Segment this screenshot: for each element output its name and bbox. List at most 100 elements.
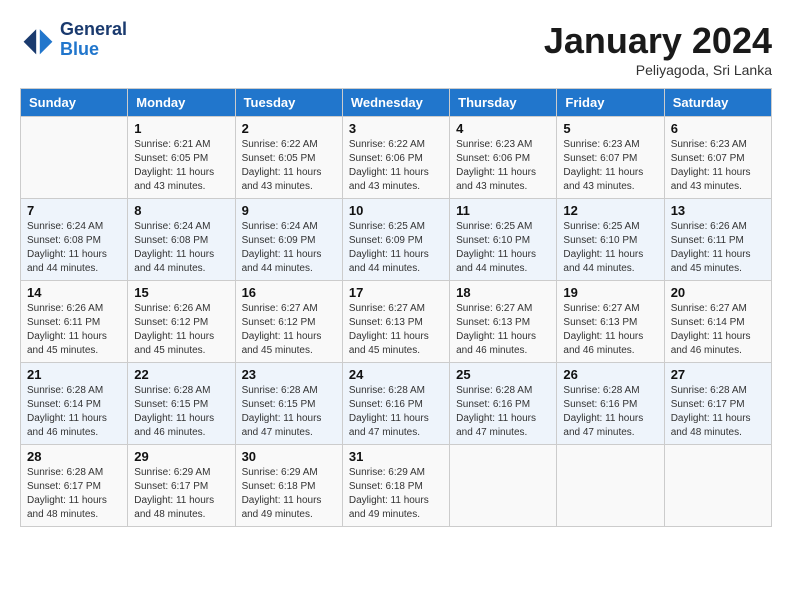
day-number: 23 bbox=[242, 367, 336, 382]
day-number: 18 bbox=[456, 285, 550, 300]
calendar-cell: 8 Sunrise: 6:24 AMSunset: 6:08 PMDaylight… bbox=[128, 199, 235, 281]
logo-text: General Blue bbox=[60, 20, 127, 60]
day-info: Sunrise: 6:27 AMSunset: 6:14 PMDaylight:… bbox=[671, 302, 765, 358]
day-number: 2 bbox=[242, 121, 336, 136]
day-number: 7 bbox=[27, 203, 121, 218]
calendar-cell: 10Sunrise: 6:25 AMSunset: 6:09 PMDayligh… bbox=[342, 199, 449, 281]
day-number: 11 bbox=[456, 203, 550, 218]
calendar-cell: 26 Sunrise: 6:28 AMSunset: 6:16 PMDayligh… bbox=[557, 363, 664, 445]
day-info: Sunrise: 6:26 AMSunset: 6:12 PMDaylight:… bbox=[134, 302, 228, 358]
day-info: Sunrise: 6:24 AMSunset: 6:09 PMDaylight:… bbox=[242, 220, 336, 276]
day-number: 20 bbox=[671, 285, 765, 300]
calendar-week-1: 1 Sunrise: 6:21 AMSunset: 6:05 PMDaylight… bbox=[21, 117, 772, 199]
calendar-cell bbox=[664, 445, 771, 527]
day-info: Sunrise: 6:28 AMSunset: 6:17 PMDaylight:… bbox=[27, 466, 121, 522]
day-number: 24 bbox=[349, 367, 443, 382]
day-number: 3 bbox=[349, 121, 443, 136]
day-number: 31 bbox=[349, 449, 443, 464]
day-info: Sunrise: 6:24 AMSunset: 6:08 PMDaylight:… bbox=[27, 220, 121, 276]
col-header-wednesday: Wednesday bbox=[342, 89, 449, 117]
day-info: Sunrise: 6:27 AMSunset: 6:13 PMDaylight:… bbox=[456, 302, 550, 358]
calendar-cell: 12 Sunrise: 6:25 AMSunset: 6:10 PMDayligh… bbox=[557, 199, 664, 281]
day-number: 28 bbox=[27, 449, 121, 464]
calendar-cell: 24 Sunrise: 6:28 AMSunset: 6:16 PMDayligh… bbox=[342, 363, 449, 445]
calendar-week-4: 21Sunrise: 6:28 AMSunset: 6:14 PMDayligh… bbox=[21, 363, 772, 445]
day-number: 16 bbox=[242, 285, 336, 300]
day-number: 26 bbox=[563, 367, 657, 382]
day-info: Sunrise: 6:24 AMSunset: 6:08 PMDaylight:… bbox=[134, 220, 228, 276]
day-info: Sunrise: 6:25 AMSunset: 6:10 PMDaylight:… bbox=[563, 220, 657, 276]
col-header-saturday: Saturday bbox=[664, 89, 771, 117]
calendar-cell: 31 Sunrise: 6:29 AMSunset: 6:18 PMDayligh… bbox=[342, 445, 449, 527]
calendar-week-3: 14Sunrise: 6:26 AMSunset: 6:11 PMDayligh… bbox=[21, 281, 772, 363]
calendar-cell: 22Sunrise: 6:28 AMSunset: 6:15 PMDayligh… bbox=[128, 363, 235, 445]
day-info: Sunrise: 6:28 AMSunset: 6:16 PMDaylight:… bbox=[563, 384, 657, 440]
calendar-cell: 28 Sunrise: 6:28 AMSunset: 6:17 PMDayligh… bbox=[21, 445, 128, 527]
calendar-week-2: 7 Sunrise: 6:24 AMSunset: 6:08 PMDaylight… bbox=[21, 199, 772, 281]
calendar-cell bbox=[557, 445, 664, 527]
day-info: Sunrise: 6:27 AMSunset: 6:12 PMDaylight:… bbox=[242, 302, 336, 358]
calendar-cell: 4Sunrise: 6:23 AMSunset: 6:06 PMDaylight… bbox=[450, 117, 557, 199]
title-area: January 2024 Peliyagoda, Sri Lanka bbox=[544, 20, 772, 78]
day-number: 8 bbox=[134, 203, 228, 218]
day-number: 30 bbox=[242, 449, 336, 464]
day-number: 15 bbox=[134, 285, 228, 300]
day-number: 19 bbox=[563, 285, 657, 300]
calendar-header-row: SundayMondayTuesdayWednesdayThursdayFrid… bbox=[21, 89, 772, 117]
day-number: 25 bbox=[456, 367, 550, 382]
calendar-cell: 2 Sunrise: 6:22 AMSunset: 6:05 PMDaylight… bbox=[235, 117, 342, 199]
day-info: Sunrise: 6:29 AMSunset: 6:18 PMDaylight:… bbox=[349, 466, 443, 522]
day-info: Sunrise: 6:25 AMSunset: 6:09 PMDaylight:… bbox=[349, 220, 443, 276]
day-number: 5 bbox=[563, 121, 657, 136]
calendar-cell: 19 Sunrise: 6:27 AMSunset: 6:13 PMDayligh… bbox=[557, 281, 664, 363]
day-info: Sunrise: 6:22 AMSunset: 6:05 PMDaylight:… bbox=[242, 138, 336, 194]
calendar-cell: 13Sunrise: 6:26 AMSunset: 6:11 PMDayligh… bbox=[664, 199, 771, 281]
day-number: 22 bbox=[134, 367, 228, 382]
logo: General Blue bbox=[20, 20, 127, 60]
calendar-cell: 6 Sunrise: 6:23 AMSunset: 6:07 PMDaylight… bbox=[664, 117, 771, 199]
calendar-table: SundayMondayTuesdayWednesdayThursdayFrid… bbox=[20, 88, 772, 527]
calendar-week-5: 28 Sunrise: 6:28 AMSunset: 6:17 PMDayligh… bbox=[21, 445, 772, 527]
day-number: 1 bbox=[134, 121, 228, 136]
calendar-cell bbox=[450, 445, 557, 527]
calendar-cell: 9 Sunrise: 6:24 AMSunset: 6:09 PMDaylight… bbox=[235, 199, 342, 281]
calendar-cell: 21Sunrise: 6:28 AMSunset: 6:14 PMDayligh… bbox=[21, 363, 128, 445]
day-info: Sunrise: 6:21 AMSunset: 6:05 PMDaylight:… bbox=[134, 138, 228, 194]
day-info: Sunrise: 6:28 AMSunset: 6:15 PMDaylight:… bbox=[242, 384, 336, 440]
day-info: Sunrise: 6:26 AMSunset: 6:11 PMDaylight:… bbox=[27, 302, 121, 358]
day-info: Sunrise: 6:28 AMSunset: 6:16 PMDaylight:… bbox=[349, 384, 443, 440]
calendar-cell: 7 Sunrise: 6:24 AMSunset: 6:08 PMDaylight… bbox=[21, 199, 128, 281]
col-header-tuesday: Tuesday bbox=[235, 89, 342, 117]
day-info: Sunrise: 6:25 AMSunset: 6:10 PMDaylight:… bbox=[456, 220, 550, 276]
day-number: 29 bbox=[134, 449, 228, 464]
day-info: Sunrise: 6:22 AMSunset: 6:06 PMDaylight:… bbox=[349, 138, 443, 194]
calendar-cell: 17 Sunrise: 6:27 AMSunset: 6:13 PMDayligh… bbox=[342, 281, 449, 363]
col-header-sunday: Sunday bbox=[21, 89, 128, 117]
calendar-cell: 1 Sunrise: 6:21 AMSunset: 6:05 PMDaylight… bbox=[128, 117, 235, 199]
calendar-cell: 11 Sunrise: 6:25 AMSunset: 6:10 PMDayligh… bbox=[450, 199, 557, 281]
calendar-cell: 20 Sunrise: 6:27 AMSunset: 6:14 PMDayligh… bbox=[664, 281, 771, 363]
col-header-friday: Friday bbox=[557, 89, 664, 117]
day-info: Sunrise: 6:26 AMSunset: 6:11 PMDaylight:… bbox=[671, 220, 765, 276]
calendar-cell: 29Sunrise: 6:29 AMSunset: 6:17 PMDayligh… bbox=[128, 445, 235, 527]
day-info: Sunrise: 6:27 AMSunset: 6:13 PMDaylight:… bbox=[563, 302, 657, 358]
day-number: 17 bbox=[349, 285, 443, 300]
day-info: Sunrise: 6:27 AMSunset: 6:13 PMDaylight:… bbox=[349, 302, 443, 358]
calendar-cell: 3 Sunrise: 6:22 AMSunset: 6:06 PMDaylight… bbox=[342, 117, 449, 199]
day-number: 27 bbox=[671, 367, 765, 382]
col-header-monday: Monday bbox=[128, 89, 235, 117]
calendar-cell: 16 Sunrise: 6:27 AMSunset: 6:12 PMDayligh… bbox=[235, 281, 342, 363]
col-header-thursday: Thursday bbox=[450, 89, 557, 117]
calendar-cell: 5Sunrise: 6:23 AMSunset: 6:07 PMDaylight… bbox=[557, 117, 664, 199]
day-number: 12 bbox=[563, 203, 657, 218]
calendar-cell: 15 Sunrise: 6:26 AMSunset: 6:12 PMDayligh… bbox=[128, 281, 235, 363]
day-info: Sunrise: 6:28 AMSunset: 6:17 PMDaylight:… bbox=[671, 384, 765, 440]
logo-icon bbox=[20, 22, 56, 58]
day-number: 9 bbox=[242, 203, 336, 218]
day-number: 6 bbox=[671, 121, 765, 136]
location-subtitle: Peliyagoda, Sri Lanka bbox=[544, 62, 772, 78]
day-number: 4 bbox=[456, 121, 550, 136]
day-info: Sunrise: 6:23 AMSunset: 6:07 PMDaylight:… bbox=[671, 138, 765, 194]
calendar-cell: 23 Sunrise: 6:28 AMSunset: 6:15 PMDayligh… bbox=[235, 363, 342, 445]
calendar-cell: 18 Sunrise: 6:27 AMSunset: 6:13 PMDayligh… bbox=[450, 281, 557, 363]
